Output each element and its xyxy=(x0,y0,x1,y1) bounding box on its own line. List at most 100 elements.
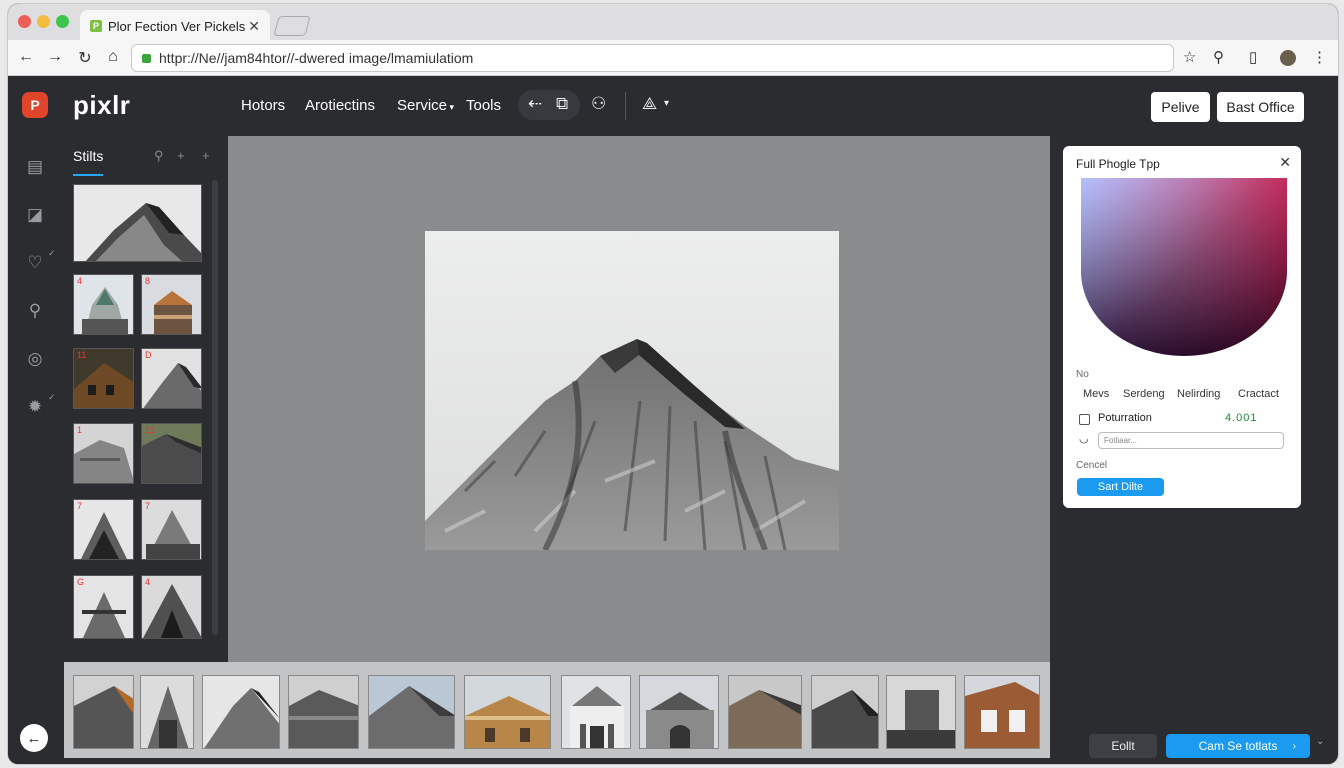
library-thumbnail[interactable]: G xyxy=(73,575,134,639)
profile-avatar[interactable] xyxy=(1280,50,1296,66)
pixlr-logo: P xyxy=(22,92,48,118)
bast-office-button[interactable]: Bast Office xyxy=(1217,92,1304,122)
tab-favicon: P xyxy=(90,20,102,32)
back-circle-button[interactable]: ← xyxy=(20,724,48,752)
search-icon[interactable]: ⚲ xyxy=(154,148,164,164)
chevron-down-icon: ✓ xyxy=(48,392,56,402)
cancel-link[interactable]: Cencel xyxy=(1076,460,1107,471)
column-cractact[interactable]: Cractact xyxy=(1238,388,1279,400)
pelive-button[interactable]: Pelive xyxy=(1151,92,1210,122)
thumbnail-badge: 1 xyxy=(77,425,83,435)
building-image xyxy=(204,688,279,748)
thumbnail-badge: G xyxy=(77,577,85,587)
library-thumbnail[interactable]: D xyxy=(141,348,202,409)
poturration-checkbox[interactable] xyxy=(1079,414,1090,425)
settings-gear-icon[interactable]: ✹ xyxy=(24,396,46,418)
film-thumbnail[interactable] xyxy=(561,675,631,749)
crop-icon[interactable]: ◪ xyxy=(24,204,46,226)
layers-icon[interactable]: ⧉ xyxy=(556,94,568,114)
film-thumbnail[interactable] xyxy=(728,675,802,749)
library-thumbnail[interactable]: 4 xyxy=(141,575,202,639)
person-icon[interactable]: ⚲ xyxy=(24,300,46,322)
film-thumbnail[interactable] xyxy=(886,675,956,749)
menu-item-arotiectins[interactable]: Arotiectins xyxy=(305,97,375,114)
adjust-tool-icon[interactable]: ⟁ xyxy=(642,94,657,114)
library-thumbnail[interactable]: 11 xyxy=(141,423,202,484)
tool-rail: ▤ ◪ ♡ ✓ ⚲ ◎ ✹ ✓ xyxy=(8,136,64,764)
home-icon[interactable]: ⌂ xyxy=(103,48,123,66)
film-thumbnail[interactable] xyxy=(464,675,551,749)
extension-icon[interactable]: ▯ xyxy=(1249,48,1257,66)
cam-se-totlats-button[interactable]: Cam Se totlats › xyxy=(1166,734,1310,758)
bookmark-star-icon[interactable]: ☆ xyxy=(1183,48,1196,66)
close-icon[interactable]: ✕ xyxy=(1279,154,1291,171)
menu-item-tools[interactable]: Tools xyxy=(466,97,501,114)
filter-text-input[interactable]: Fotliaar... xyxy=(1098,432,1284,449)
filter-icon[interactable]: ♡ xyxy=(24,252,46,274)
building-image xyxy=(965,682,1039,748)
reload-icon[interactable]: ↻ xyxy=(75,48,95,68)
camera-icon[interactable]: ◎ xyxy=(24,348,46,370)
user-icon[interactable]: ⚇ xyxy=(591,94,606,114)
maximize-window-button[interactable] xyxy=(56,15,69,28)
column-mevs[interactable]: Mevs xyxy=(1083,388,1109,400)
library-thumbnail[interactable] xyxy=(73,184,202,262)
film-thumbnail[interactable] xyxy=(288,675,359,749)
url-text: httpr://Ne//jam84htor//-dwered image/lma… xyxy=(159,50,474,66)
library-scrollbar[interactable] xyxy=(212,180,218,635)
minimize-window-button[interactable] xyxy=(37,15,50,28)
menu-item-service[interactable]: Service ▾ xyxy=(397,97,454,114)
building-image xyxy=(887,690,955,748)
thumbnail-badge: 8 xyxy=(145,276,151,286)
menu-item-hotors[interactable]: Hotors xyxy=(241,97,285,114)
library-thumbnail[interactable]: 1 xyxy=(73,423,134,484)
browser-tab[interactable]: P Plor Fection Ver Pickels ✕ xyxy=(80,10,270,42)
main-photo[interactable] xyxy=(425,231,839,550)
library-thumbnail[interactable]: 4 xyxy=(73,274,134,335)
add-icon[interactable]: + xyxy=(177,148,185,163)
document-icon[interactable]: ▤ xyxy=(24,156,46,178)
url-field[interactable]: httpr://Ne//jam84htor//-dwered image/lma… xyxy=(131,44,1174,72)
editor-canvas[interactable] xyxy=(228,136,1050,666)
eollt-button[interactable]: Eollt xyxy=(1089,734,1157,758)
undo-arrow-icon[interactable]: ⇠ xyxy=(528,94,542,114)
film-thumbnail[interactable] xyxy=(73,675,134,749)
thumbnail-badge: 7 xyxy=(145,501,151,511)
new-tab-button[interactable] xyxy=(273,16,311,36)
search-icon[interactable]: ⚲ xyxy=(1213,48,1224,66)
library-thumbnail[interactable]: 7 xyxy=(73,499,134,560)
chevron-down-icon[interactable]: ⌄ xyxy=(1316,736,1324,747)
film-thumbnail[interactable] xyxy=(964,675,1040,749)
back-arrow-icon[interactable]: ← xyxy=(16,48,36,66)
color-picker-area[interactable] xyxy=(1081,178,1287,356)
brand-name: pixlr xyxy=(73,90,131,120)
chevron-down-icon[interactable]: ▾ xyxy=(664,98,669,109)
add-icon[interactable]: + xyxy=(202,148,210,163)
close-tab-icon[interactable]: ✕ xyxy=(248,18,260,35)
more-menu-icon[interactable]: ⋮ xyxy=(1312,48,1327,66)
column-nelirding[interactable]: Nelirding xyxy=(1177,388,1220,400)
thumbnail-badge: 4 xyxy=(77,276,83,286)
no-label: No xyxy=(1076,369,1089,380)
sart-dilte-button[interactable]: Sart Dilte xyxy=(1077,478,1164,496)
library-thumbnail[interactable]: 8 xyxy=(141,274,202,335)
film-thumbnail[interactable] xyxy=(140,675,194,749)
library-thumbnail[interactable]: 11 xyxy=(73,348,134,409)
forward-arrow-icon[interactable]: → xyxy=(45,48,65,66)
building-image xyxy=(147,686,189,748)
app-header: P pixlr Hotors Arotiectins Service ▾ Too… xyxy=(8,76,1338,136)
film-thumbnail[interactable] xyxy=(368,675,455,749)
loading-spinner-icon: ◡ xyxy=(1079,433,1089,445)
film-thumbnail[interactable] xyxy=(202,675,280,749)
library-title: Stilts xyxy=(73,148,104,164)
film-thumbnail[interactable] xyxy=(639,675,719,749)
film-thumbnail[interactable] xyxy=(811,675,879,749)
chevron-right-icon: › xyxy=(1292,740,1296,752)
column-serdeng[interactable]: Serdeng xyxy=(1123,388,1165,400)
tab-title: Plor Fection Ver Pickels xyxy=(108,18,246,34)
menu-item-service-label: Service xyxy=(397,97,448,114)
library-thumbnail[interactable]: 7 xyxy=(141,499,202,560)
close-window-button[interactable] xyxy=(18,15,31,28)
right-panel: Full Phogle Tpp ✕ No Mevs Serdeng Nelird… xyxy=(1050,136,1338,764)
building-image xyxy=(369,686,454,748)
